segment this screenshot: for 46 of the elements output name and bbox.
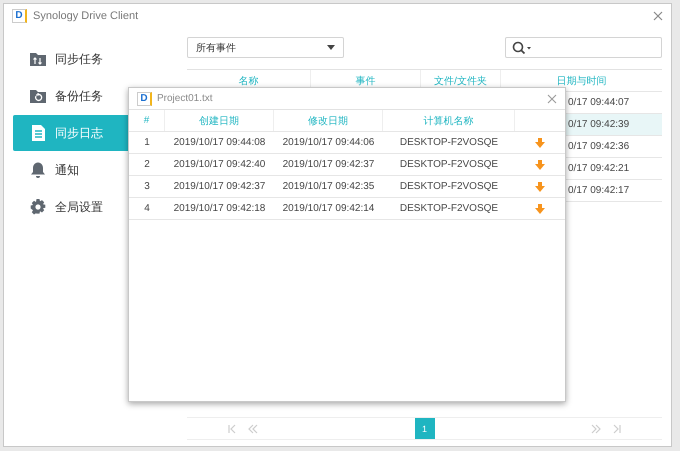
table-cell-text: 2 xyxy=(143,158,151,172)
table-cell-text: 2019/10/17 09:42:37 xyxy=(172,180,266,194)
sidebar-item[interactable]: 同步任务 xyxy=(13,41,176,77)
sync-folder-icon xyxy=(29,50,47,68)
table-cell: 0/17 09:44:07 xyxy=(568,97,630,108)
table-cell-text: 2019/10/17 09:42:35 xyxy=(282,180,376,194)
document-list-icon xyxy=(29,124,47,142)
download-icon[interactable] xyxy=(535,138,545,148)
settings-icon xyxy=(29,198,47,216)
table-cell: 0/17 09:42:17 xyxy=(568,185,630,196)
table-cell-text: 3 xyxy=(143,180,151,194)
page-number[interactable]: 1 xyxy=(414,418,434,439)
table-cell-text: DESKTOP-F2VOSQE xyxy=(398,202,500,216)
column-header[interactable]: 创建日期 xyxy=(165,110,274,131)
table-cell-text: DESKTOP-F2VOSQE xyxy=(398,158,500,172)
table-cell: 0/17 09:42:21 xyxy=(568,163,630,174)
table-cell-text: 2019/10/17 09:42:18 xyxy=(172,202,266,216)
bell-icon xyxy=(29,161,47,179)
app-logo: D xyxy=(137,92,152,106)
table-cell: 0/17 09:42:36 xyxy=(568,141,630,152)
search-field[interactable] xyxy=(505,37,662,58)
column-header[interactable]: 日期与时间 xyxy=(501,70,662,91)
download-icon[interactable] xyxy=(535,182,545,192)
download-icon[interactable] xyxy=(535,160,545,170)
table-cell-text: DESKTOP-F2VOSQE xyxy=(398,180,500,194)
caret-icon xyxy=(327,45,335,50)
backup-folder-icon xyxy=(29,87,47,105)
table-cell-text: 1 xyxy=(143,136,151,150)
table-cell: 0/17 09:42:39 xyxy=(568,119,630,130)
event-filter-dropdown[interactable]: 所有事件 xyxy=(187,37,344,58)
close-icon[interactable] xyxy=(547,94,557,104)
table-cell-text: 4 xyxy=(143,202,151,216)
table-cell-text: 2019/10/17 09:42:14 xyxy=(282,202,376,216)
close-icon[interactable] xyxy=(653,11,663,21)
window-title: Synology Drive Client xyxy=(33,10,140,22)
table-cell-text: 2019/10/17 09:42:40 xyxy=(172,158,266,172)
dialog-title: Project01.txt xyxy=(157,93,213,104)
table-cell-text: 2019/10/17 09:42:37 xyxy=(282,158,376,172)
search-icon xyxy=(512,40,532,54)
download-icon[interactable] xyxy=(535,204,545,214)
column-header[interactable]: 计算机名称 xyxy=(383,110,515,131)
column-header[interactable]: 修改日期 xyxy=(274,110,383,131)
app-logo: D xyxy=(12,9,27,23)
column-header[interactable]: # xyxy=(129,110,165,131)
table-cell-text: 2019/10/17 09:44:06 xyxy=(282,136,376,150)
table-cell-text: DESKTOP-F2VOSQE xyxy=(398,136,500,150)
